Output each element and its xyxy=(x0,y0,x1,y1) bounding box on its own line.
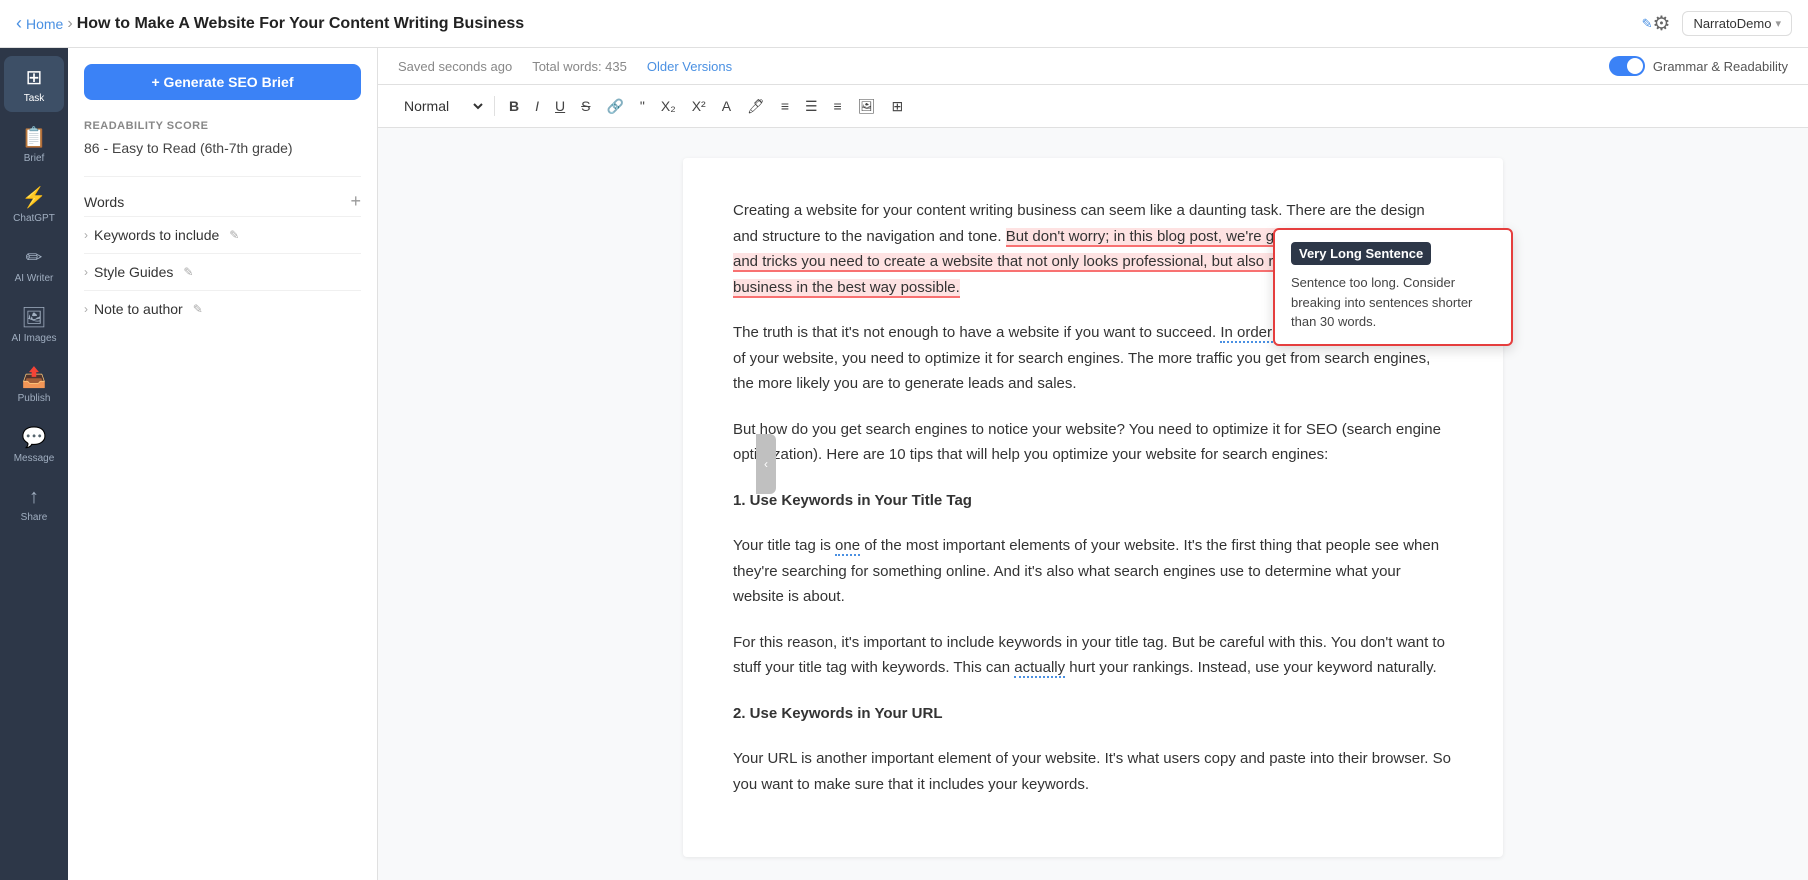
sidebar-item-publish[interactable]: 📤 Publish xyxy=(4,356,64,412)
unordered-list-button[interactable]: ☰ xyxy=(799,94,824,119)
sidebar-label-share: Share xyxy=(21,512,48,523)
keywords-row-left: › Keywords to include ✎ xyxy=(84,227,239,243)
readability-label: READABILITY SCORE xyxy=(84,120,361,132)
one-link[interactable]: one xyxy=(835,537,860,556)
paragraph-5: For this reason, it's important to inclu… xyxy=(733,630,1453,681)
editor-area: Saved seconds ago Total words: 435 Older… xyxy=(378,48,1808,880)
task-icon: ⊞ xyxy=(26,65,43,90)
paragraph-6: Your URL is another important element of… xyxy=(733,746,1453,797)
subscript-button[interactable]: X₂ xyxy=(655,94,682,118)
main-layout: ⊞ Task 📋 Brief ⚡ ChatGPT ✏ AI Writer 🖼 A… xyxy=(0,48,1808,880)
note-to-author-label: Note to author xyxy=(94,301,183,317)
strikethrough-button[interactable]: S xyxy=(575,94,596,118)
paragraph-3: But how do you get search engines to not… xyxy=(733,417,1453,468)
keywords-row[interactable]: › Keywords to include ✎ xyxy=(84,216,361,253)
style-guides-label: Style Guides xyxy=(94,264,173,280)
saved-status: Saved seconds ago xyxy=(398,59,512,74)
add-words-button[interactable]: + xyxy=(350,191,361,212)
sidebar-label-message: Message xyxy=(14,453,55,464)
sidebar-item-brief[interactable]: 📋 Brief xyxy=(4,116,64,172)
ai-images-icon: 🖼 xyxy=(21,305,46,330)
user-menu[interactable]: NarratoDemo ▾ xyxy=(1682,11,1792,36)
readability-score: 86 - Easy to Read (6th-7th grade) xyxy=(84,140,361,156)
style-guides-edit-icon[interactable]: ✎ xyxy=(183,265,193,279)
format-select[interactable]: Normal Heading 1 Heading 2 Heading 3 xyxy=(398,93,486,119)
paragraph-4: Your title tag is one of the most import… xyxy=(733,533,1453,610)
left-sidebar: ⊞ Task 📋 Brief ⚡ ChatGPT ✏ AI Writer 🖼 A… xyxy=(0,48,68,880)
very-long-sentence-tooltip: Very Long Sentence Sentence too long. Co… xyxy=(1273,228,1513,346)
toolbar-status: Saved seconds ago Total words: 435 Older… xyxy=(378,48,1808,85)
note-to-author-row[interactable]: › Note to author ✎ xyxy=(84,290,361,327)
sidebar-label-task: Task xyxy=(24,93,45,104)
keywords-edit-icon[interactable]: ✎ xyxy=(229,228,239,242)
user-label: NarratoDemo xyxy=(1693,16,1771,31)
style-guides-chevron-icon: › xyxy=(84,265,88,279)
editor-content-wrapper: Creating a website for your content writ… xyxy=(378,128,1808,880)
italic-button[interactable]: I xyxy=(529,94,545,118)
grammar-label: Grammar & Readability xyxy=(1653,59,1788,74)
publish-icon: 📤 xyxy=(22,365,47,390)
superscript-button[interactable]: X² xyxy=(686,94,712,118)
keywords-label: Keywords to include xyxy=(94,227,219,243)
panel-sidebar: + Generate SEO Brief READABILITY SCORE 8… xyxy=(68,48,378,880)
ai-writer-icon: ✏ xyxy=(26,245,43,270)
sidebar-item-ai-images[interactable]: 🖼 AI Images xyxy=(4,296,64,352)
nav-separator: › xyxy=(67,15,72,33)
nav-right: ⚙ NarratoDemo ▾ xyxy=(1653,11,1793,36)
tooltip-title: Very Long Sentence xyxy=(1291,242,1431,265)
toolbar-divider-1 xyxy=(494,96,495,116)
style-guides-row-left: › Style Guides ✎ xyxy=(84,264,193,280)
sidebar-item-ai-writer[interactable]: ✏ AI Writer xyxy=(4,236,64,292)
highlight-button[interactable]: 🖊 xyxy=(741,94,771,119)
style-guides-row[interactable]: › Style Guides ✎ xyxy=(84,253,361,290)
share-icon: ↑ xyxy=(29,486,39,509)
words-label: Words xyxy=(84,194,124,210)
image-button[interactable]: 🖼 xyxy=(852,94,882,119)
link-button[interactable]: 🔗 xyxy=(600,94,629,119)
sidebar-label-publish: Publish xyxy=(18,393,51,404)
ordered-list-button[interactable]: ≡ xyxy=(775,94,795,118)
words-section-header: Words + xyxy=(84,176,361,212)
word-count: Total words: 435 xyxy=(532,59,627,74)
sidebar-label-chatgpt: ChatGPT xyxy=(13,213,55,224)
home-link[interactable]: Home xyxy=(16,13,63,34)
quote-button[interactable]: " xyxy=(634,94,651,118)
sidebar-label-ai-writer: AI Writer xyxy=(15,273,54,284)
tooltip-message: Sentence too long. Consider breaking int… xyxy=(1291,273,1495,332)
align-button[interactable]: ≡ xyxy=(828,94,848,118)
paragraph-1-wrapper: Creating a website for your content writ… xyxy=(733,198,1453,300)
editor-content[interactable]: Creating a website for your content writ… xyxy=(683,158,1503,857)
message-icon: 💬 xyxy=(22,425,47,450)
sidebar-item-message[interactable]: 💬 Message xyxy=(4,416,64,472)
sidebar-label-ai-images: AI Images xyxy=(11,333,56,344)
grammar-toggle-switch[interactable] xyxy=(1609,56,1645,76)
edit-title-icon[interactable]: ✎ xyxy=(1642,16,1653,32)
brief-icon: 📋 xyxy=(22,125,47,150)
collapse-panel-button[interactable]: ‹ xyxy=(756,434,776,494)
sidebar-item-share[interactable]: ↑ Share xyxy=(4,476,64,532)
generate-seo-brief-button[interactable]: + Generate SEO Brief xyxy=(84,64,361,100)
text-color-button[interactable]: A xyxy=(716,94,737,118)
chevron-down-icon: ▾ xyxy=(1775,17,1781,30)
page-title: How to Make A Website For Your Content W… xyxy=(77,15,1636,33)
sidebar-item-chatgpt[interactable]: ⚡ ChatGPT xyxy=(4,176,64,232)
bold-button[interactable]: B xyxy=(503,94,525,118)
older-versions-link[interactable]: Older Versions xyxy=(647,59,732,74)
table-button[interactable]: ⊞ xyxy=(886,94,910,119)
formatting-toolbar: Normal Heading 1 Heading 2 Heading 3 B I… xyxy=(378,85,1808,128)
keywords-chevron-icon: › xyxy=(84,228,88,242)
note-chevron-icon: › xyxy=(84,302,88,316)
note-to-author-row-left: › Note to author ✎ xyxy=(84,301,203,317)
sidebar-label-brief: Brief xyxy=(24,153,45,164)
sidebar-item-task[interactable]: ⊞ Task xyxy=(4,56,64,112)
settings-icon[interactable]: ⚙ xyxy=(1653,11,1671,36)
top-nav: Home › How to Make A Website For Your Co… xyxy=(0,0,1808,48)
note-edit-icon[interactable]: ✎ xyxy=(193,302,203,316)
heading-use-keywords-url: 2. Use Keywords in Your URL xyxy=(733,701,1453,727)
chatgpt-icon: ⚡ xyxy=(22,185,47,210)
heading-use-keywords-title-tag: 1. Use Keywords in Your Title Tag xyxy=(733,488,1453,514)
underline-button[interactable]: U xyxy=(549,94,571,118)
actually-link[interactable]: actually xyxy=(1014,659,1065,678)
grammar-toggle[interactable]: Grammar & Readability xyxy=(1609,56,1788,76)
